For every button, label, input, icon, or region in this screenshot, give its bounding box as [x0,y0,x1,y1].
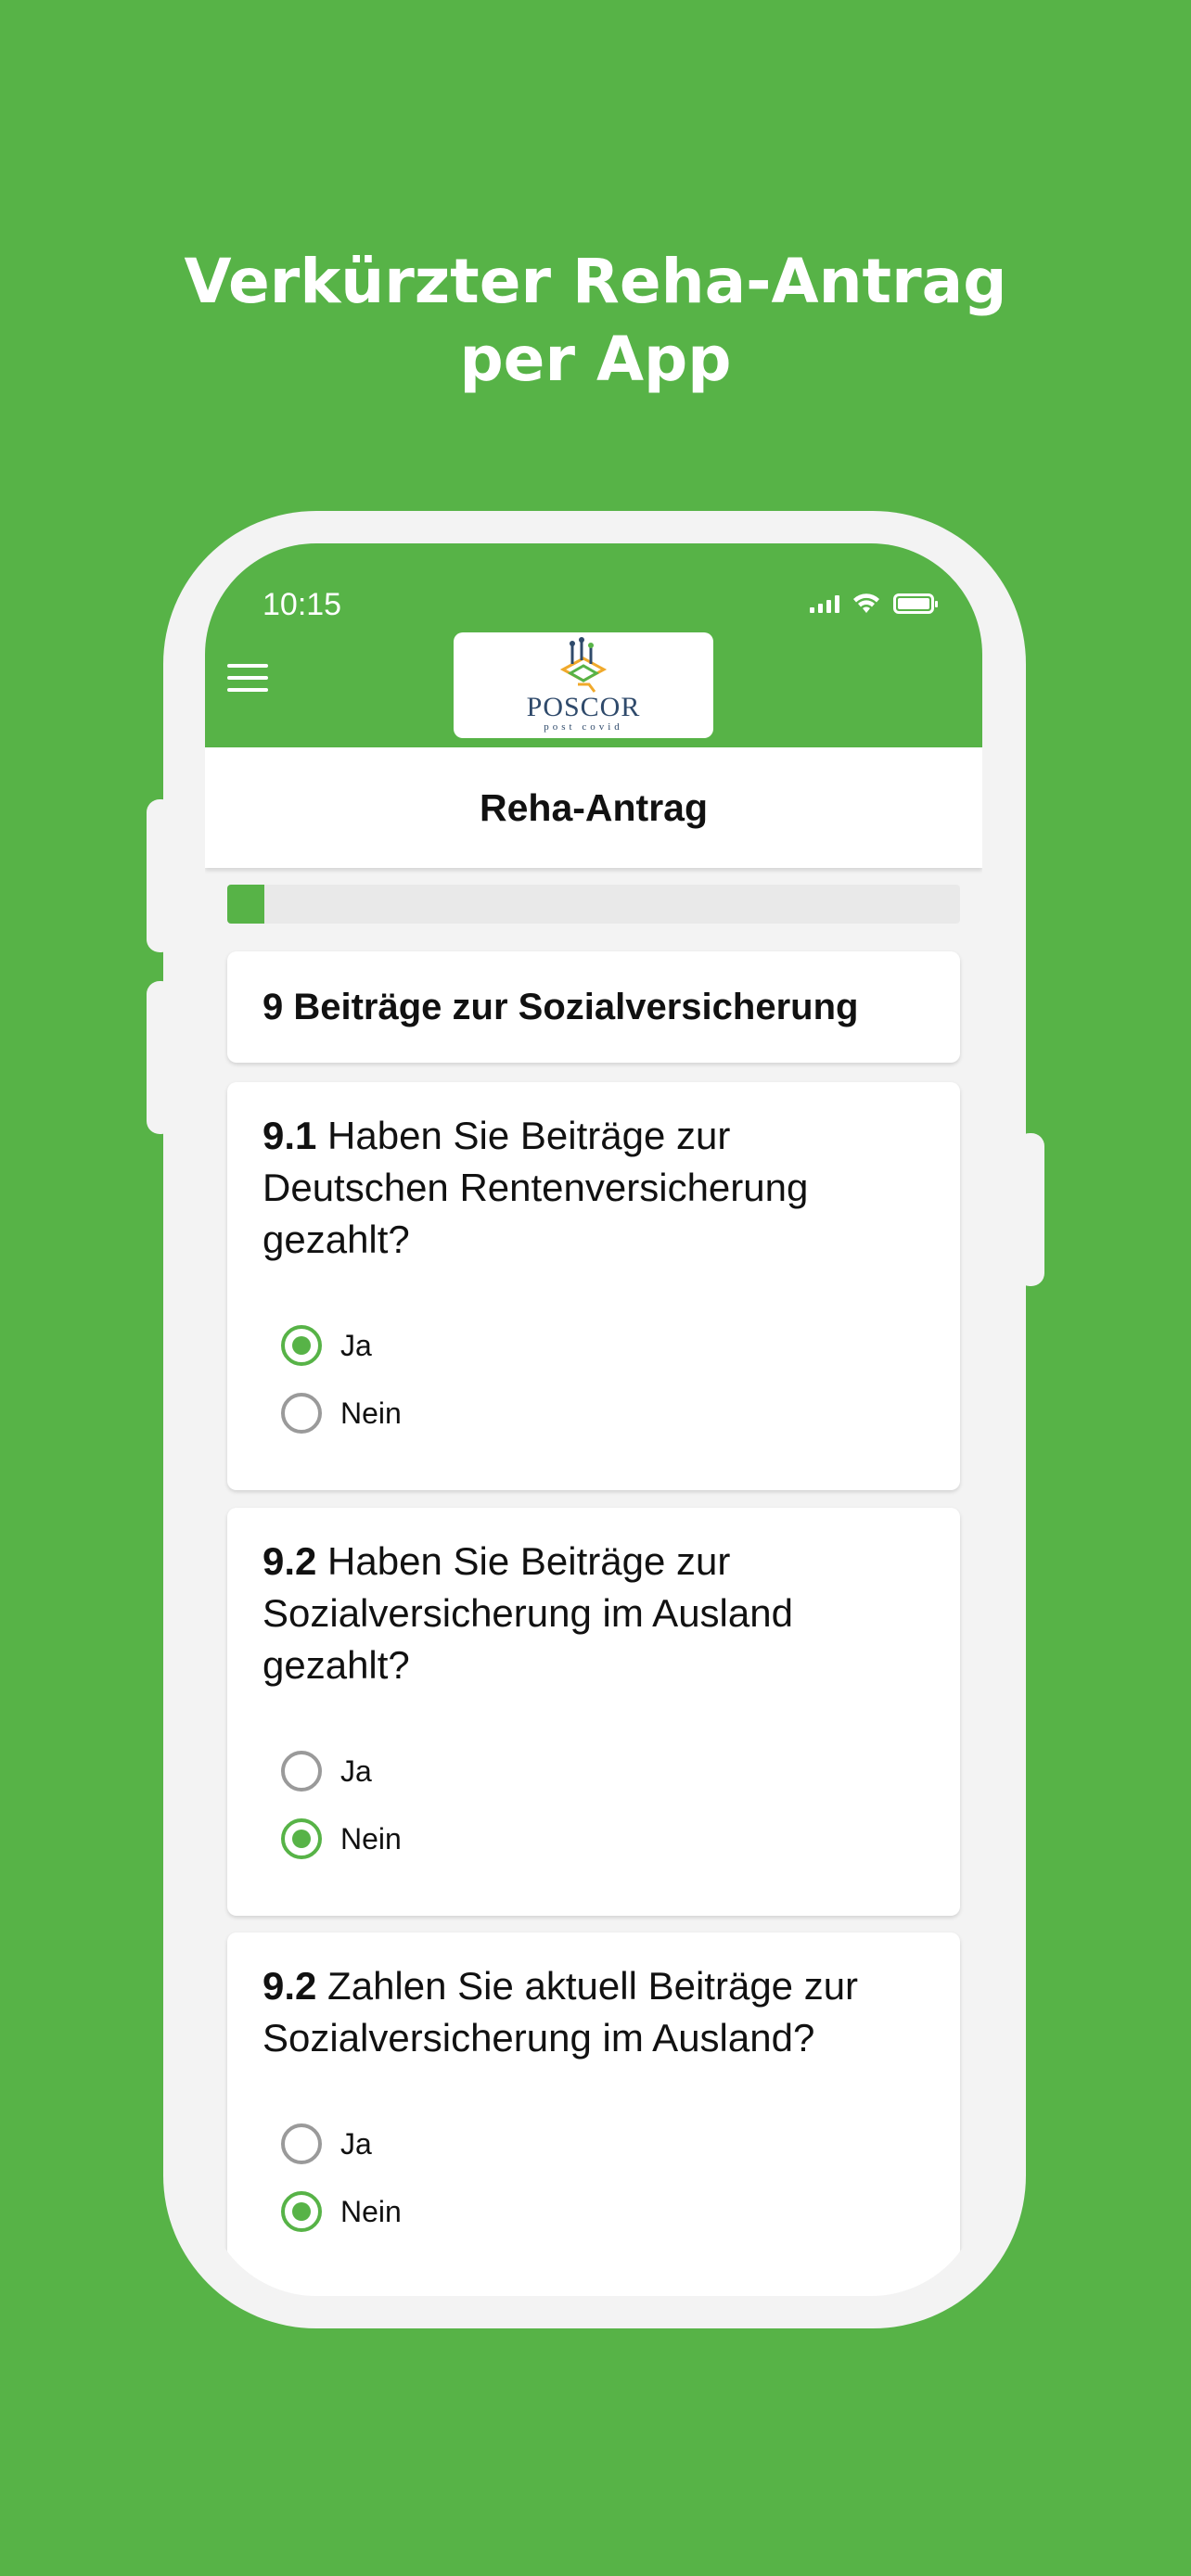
question-number: 9.2 [263,1539,317,1583]
question-text: 9.2 Haben Sie Beiträge zur Sozialversich… [263,1536,923,1691]
option-label: Ja [340,2126,372,2161]
brand-tagline: post covid [544,721,623,733]
promo-headline: Verkürzter Reha-Antrag per App [0,243,1191,399]
radio-unselected-icon[interactable] [281,1751,322,1792]
option-nein[interactable]: Nein [281,2189,402,2234]
page-header: Reha-Antrag [205,747,982,868]
option-ja[interactable]: Ja [281,1749,372,1793]
radio-selected-icon[interactable] [281,1325,322,1366]
wifi-icon [853,593,879,613]
phone-screen: 10:15 POSCOR post covid Reha-Antrag 9 Be… [205,543,982,2296]
battery-icon [893,593,938,614]
question-body: Zahlen Sie aktuell Beiträge zur Sozialve… [263,1964,859,2060]
question-text: 9.1 Haben Sie Beiträge zur Deutschen Ren… [263,1110,923,1266]
headline-line-2: per App [459,324,732,395]
option-nein[interactable]: Nein [281,1817,402,1861]
option-ja[interactable]: Ja [281,1323,372,1368]
section-title: 9 Beiträge zur Sozialversicherung [263,987,859,1027]
poscor-logo-mark-icon [559,637,608,693]
radio-unselected-icon[interactable] [281,2123,322,2164]
signal-icon [810,594,839,613]
headline-line-1: Verkürzter Reha-Antrag [184,246,1007,317]
question-card-9-2: 9.2 Haben Sie Beiträge zur Sozialversich… [227,1508,960,1916]
hamburger-menu-icon[interactable] [227,664,268,692]
question-body: Haben Sie Beiträge zur Sozialversicherun… [263,1539,793,1687]
radio-selected-icon[interactable] [281,2191,322,2232]
radio-unselected-icon[interactable] [281,1393,322,1434]
brand-logo: POSCOR post covid [454,632,713,738]
question-card-9-2-current: 9.2 Zahlen Sie aktuell Beiträge zur Sozi… [227,1932,960,2296]
app-bar: 10:15 POSCOR post covid [205,543,982,747]
question-number: 9.1 [263,1114,317,1157]
question-text: 9.2 Zahlen Sie aktuell Beiträge zur Sozi… [263,1960,923,2064]
question-number: 9.2 [263,1964,317,2008]
option-nein[interactable]: Nein [281,1391,402,1435]
progress-bar [227,885,960,924]
option-label: Ja [340,1753,372,1788]
option-label: Nein [340,1821,402,1855]
status-time: 10:15 [263,587,342,622]
option-label: Nein [340,2194,402,2228]
option-ja[interactable]: Ja [281,2122,372,2166]
page-title: Reha-Antrag [479,786,709,829]
section-header-card: 9 Beiträge zur Sozialversicherung [227,951,960,1063]
option-label: Ja [340,1328,372,1362]
radio-selected-icon[interactable] [281,1818,322,1859]
question-body: Haben Sie Beiträge zur Deutschen Rentenv… [263,1114,809,1261]
brand-name: POSCOR [526,692,641,722]
option-label: Nein [340,1396,402,1430]
progress-bar-fill [227,885,264,924]
status-icons [810,593,938,614]
question-card-9-1: 9.1 Haben Sie Beiträge zur Deutschen Ren… [227,1082,960,1490]
